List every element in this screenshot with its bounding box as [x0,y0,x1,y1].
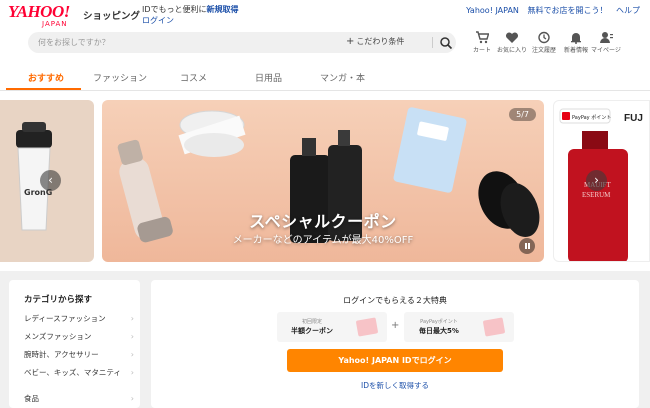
chevron-right-icon: › [130,350,134,359]
cart-button[interactable]: カート [466,31,498,54]
plus-icon: + [346,36,355,47]
id-message: IDでもっと便利に新規取得 ログイン [142,4,239,26]
heart-icon [505,32,519,43]
chevron-right-icon: › [130,394,134,403]
search-icon [440,37,453,50]
id-message-text: IDでもっと便利に [142,5,207,14]
logo-main-text: YAHOO! [8,2,70,21]
open-store-link[interactable]: 無料でお店を開こう！ [527,6,607,15]
category-item-label: メンズファッション [24,332,92,341]
user-icon [600,32,613,43]
category-item[interactable]: レディースファッション › [24,314,134,324]
favorites-label: お気に入り [496,47,527,54]
coupon-ticket-icon [355,317,379,337]
notifications-button[interactable]: 新着情報 [560,31,592,54]
carousel-prev-button[interactable]: ‹ [40,170,61,191]
login-benefits-panel: ログインでもらえる２大特典 初回限定 半額クーポン + PayPayポイント 毎… [151,280,639,408]
login-button[interactable]: Yahoo! JAPAN IDでログイン [287,349,503,372]
carousel-next-button[interactable]: › [586,170,607,191]
chevron-left-icon: ‹ [48,173,53,187]
category-item[interactable]: 食品 › [24,394,134,404]
category-tabs: おすすめ ファッション コスメ 日用品 マンガ・本 [0,66,650,91]
category-item-label: ベビー、キッズ、マタニティ [24,368,121,377]
tab-fashion[interactable]: ファッション [93,71,147,84]
benefit-paypay-points: PayPayポイント 毎日最大5% [404,312,514,342]
refine-button[interactable]: + こだわり条件 [346,36,404,47]
benefit-2-caption: PayPayポイント [420,319,458,325]
banner-title: スペシャルクーポン [249,212,397,231]
slide-counter: 5/7 [509,108,536,121]
favorites-button[interactable]: お気に入り [496,31,528,54]
right-brand-text: FUJ [624,113,643,124]
chevron-right-icon: › [130,368,134,377]
category-item-label: 食品 [24,394,39,403]
login-link[interactable]: ログイン [142,15,239,26]
login-benefits-title: ログインでもらえる２大特典 [343,296,447,305]
logo-sub-text: JAPAN [42,20,68,28]
yahoo-japan-link[interactable]: Yahoo! JAPAN [466,6,519,15]
chevron-right-icon: › [594,173,599,187]
benefit-half-price-coupon: 初回限定 半額クーポン [277,312,387,342]
top-right-links: Yahoo! JAPAN 無料でお店を開こう！ ヘルプ [460,5,640,16]
category-panel-title: カテゴリから探す [24,295,93,305]
serum-label-text-2: ESERUM [582,191,611,199]
top-bar: YAHOO! JAPAN ショッピング IDでもっと便利に新規取得 ログイン Y… [0,0,650,30]
bell-icon [571,33,581,44]
chevron-right-icon: › [130,314,134,323]
supplement-pack-image [393,107,467,193]
search-bar: +こだわり条件 [28,32,456,53]
cart-icon [476,31,489,44]
mypage-label: マイページ [591,47,621,54]
header-icons: カート お気に入り 注文履歴 新着情報 マイページ [466,31,646,59]
banner-carousel: GronG 5/7 スペシャルクーポン メーカーなどのアイテムが最大40%OFF… [0,97,650,265]
banner-subtitle: メーカーなどのアイテムが最大40%OFF [232,235,414,246]
help-link[interactable]: ヘルプ [616,6,640,15]
mypage-button[interactable]: マイページ [590,31,622,54]
active-tab-indicator [6,88,81,90]
category-item[interactable]: メンズファッション › [24,332,134,342]
yahoo-shopping-logo[interactable]: YAHOO! JAPAN [8,2,70,28]
tab-daily-goods[interactable]: 日用品 [255,71,282,84]
paypay-badge-text: PayPay ポイント [572,114,611,121]
category-panel: カテゴリから探す レディースファッション › メンズファッション › 腕時計、アクセ… [9,280,140,408]
shopping-label[interactable]: ショッピング [83,8,140,22]
new-id-link[interactable]: IDを新しく取得する [151,380,639,391]
pause-button[interactable] [519,238,535,254]
category-item-label: 腕時計、アクセサリー [24,350,99,359]
category-item-label: レディースファッション [24,314,106,323]
history-icon [538,31,550,44]
order-history-button[interactable]: 注文履歴 [528,31,560,54]
category-item[interactable]: ベビー、キッズ、マタニティ › [24,368,134,378]
new-id-link[interactable]: 新規取得 [207,5,239,14]
refine-label: こだわり条件 [356,37,405,46]
banner-slide-current[interactable]: 5/7 スペシャルクーポン メーカーなどのアイテムが最大40%OFF [102,100,544,262]
tab-manga-books[interactable]: マンガ・本 [320,71,365,84]
benefit-1-title: 半額クーポン [291,327,333,335]
order-history-label: 注文履歴 [531,47,556,54]
category-item[interactable]: 腕時計、アクセサリー › [24,350,134,360]
search-divider [432,37,433,48]
tab-cosmetics[interactable]: コスメ [180,71,207,84]
search-button[interactable] [439,35,453,50]
points-card-icon [482,317,506,337]
tab-recommended[interactable]: おすすめ [28,71,64,84]
cart-label: カート [472,47,491,54]
plus-sign: + [391,320,400,331]
benefit-1-caption: 初回限定 [301,319,322,325]
benefit-2-title: 毎日最大5% [419,327,459,335]
cream-jar-image [178,110,246,157]
chevron-right-icon: › [130,332,134,341]
notifications-label: 新着情報 [563,47,588,54]
search-input[interactable] [38,35,328,50]
